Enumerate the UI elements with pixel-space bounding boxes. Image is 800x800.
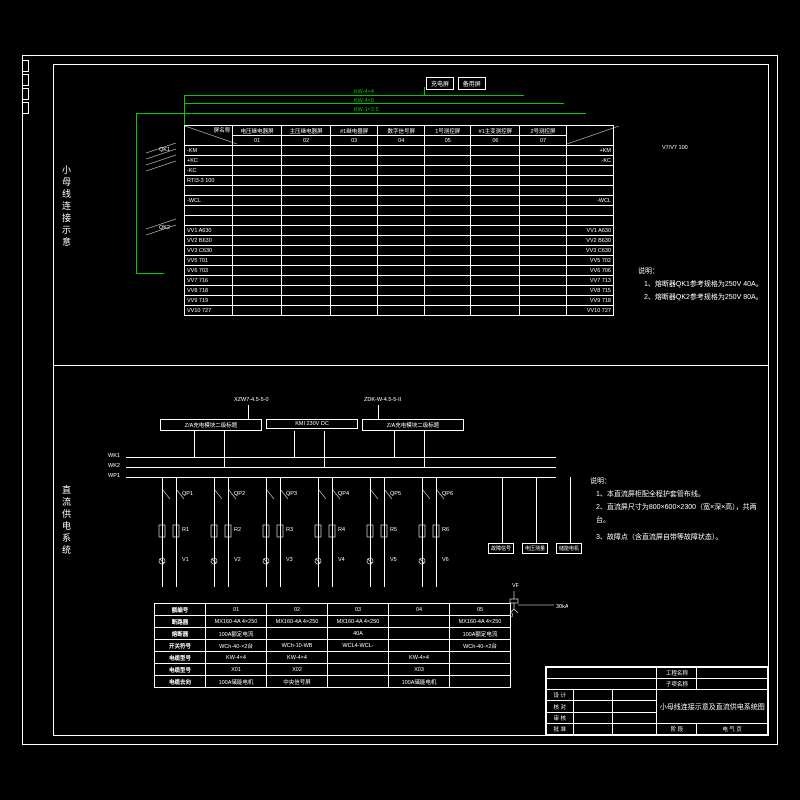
feeder-spec-table: 额编号0102030405断路器MX160-4A 4×250MX160-4A 4… [154, 603, 511, 688]
upper-notes: 说明： 1、熔断器QK1参考规格为250V 40A。 2、熔断器QK2参考规格为… [638, 265, 763, 304]
green-label-2: KW-4×6 [354, 98, 374, 104]
bus-box-mid: KMI 230V DC [266, 419, 358, 429]
fuse-symbols [146, 143, 180, 243]
green-label-3: KW-1×2.5 [354, 107, 379, 113]
load-box-2: 电压测量 [522, 543, 548, 554]
topbox-spare: 备用屏 [458, 77, 486, 90]
load-box-1: 故障信号 [488, 543, 514, 554]
title-block: 工程名称 子项名称 设 计 小母线连接示意及直流供电系统图 核 对 审 核 [545, 666, 768, 735]
green-label-1: KW-4×4 [354, 89, 374, 95]
lower-section-label: 直流供电系统 [60, 485, 73, 557]
lower-notes: 说明： 1、本直流屏柜配全程护套管布线。 2、直流屏尺寸为800×600×230… [590, 475, 766, 544]
mid-label: V7/V7 100 [662, 145, 688, 151]
bus-box-left: Z/A充电模块二级标题 [160, 419, 262, 431]
upper-section-label: 小母线连接示意 [60, 165, 73, 249]
vf-symbol: 30kA [508, 591, 568, 615]
inner-frame: 小母线连接示意 直流供电系统 充电屏 备用屏 KW-4×4 KW-4×6 KW-… [53, 64, 769, 736]
drawing-frame: 小母线连接示意 直流供电系统 充电屏 备用屏 KW-4×4 KW-4×6 KW-… [22, 55, 778, 745]
drawing-title: 小母线连接示意及直流供电系统图 [657, 690, 768, 723]
top-boxes: 充电屏 备用屏 [426, 77, 488, 90]
load-box-3: 储能电机 [556, 543, 582, 554]
section-divider [54, 365, 768, 366]
topbox-charge: 充电屏 [426, 77, 454, 90]
bus-connection-table: 屏名称电压继电器屏主压继电器屏#1继电器屏数字信号屏1号测控屏#1主变测控屏2号… [184, 125, 614, 316]
bus-box-right: Z/A充电模块二级标题 [362, 419, 464, 431]
svg-text:30kA: 30kA [556, 604, 568, 610]
